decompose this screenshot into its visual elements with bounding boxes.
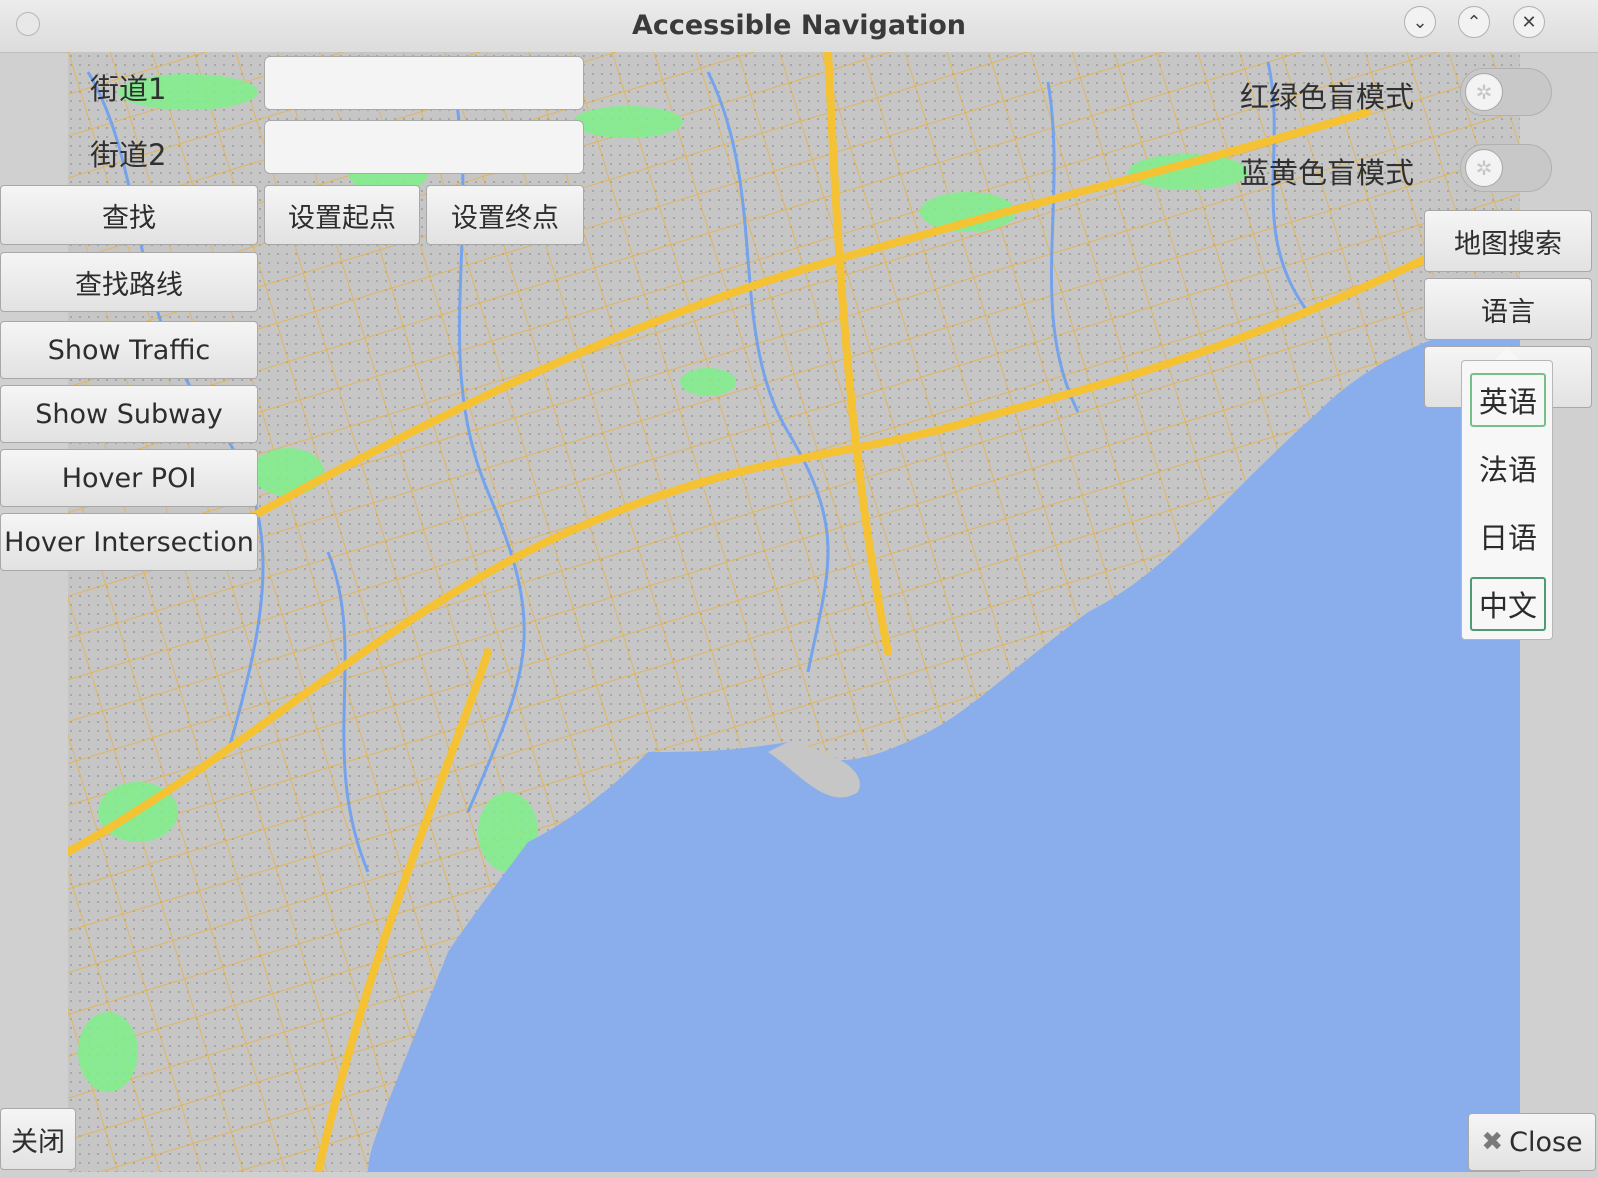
show-subway-button[interactable]: Show Subway (0, 385, 258, 443)
exit-button[interactable]: 关闭 (0, 1108, 76, 1170)
app-window: Accessible Navigation ⌄ ⌃ ✕ 街道1 街道2 查找 设… (0, 0, 1598, 1178)
language-option-french[interactable]: 法语 (1470, 441, 1546, 495)
set-end-button[interactable]: 设置终点 (426, 185, 584, 245)
show-traffic-button[interactable]: Show Traffic (0, 321, 258, 379)
language-option-chinese[interactable]: 中文 (1470, 577, 1546, 631)
hover-intersection-button[interactable]: Hover Intersection (0, 513, 258, 571)
street2-input[interactable] (264, 120, 584, 174)
set-start-button[interactable]: 设置起点 (264, 185, 420, 245)
minimize-icon[interactable]: ⌄ (1404, 6, 1436, 38)
blue-yellow-mode-toggle[interactable]: ✲ (1460, 144, 1552, 192)
language-button[interactable]: 语言 (1424, 278, 1592, 340)
language-option-english[interactable]: 英语 (1470, 373, 1546, 427)
close-x-icon: ✖ (1481, 1127, 1504, 1157)
street1-input[interactable] (264, 56, 584, 110)
maximize-icon[interactable]: ⌃ (1458, 6, 1490, 38)
close-icon[interactable]: ✕ (1513, 6, 1545, 38)
street2-label: 街道2 (90, 138, 167, 172)
map-search-button[interactable]: 地图搜索 (1424, 210, 1592, 272)
language-menu: 英语 法语 日语 中文 (1461, 360, 1553, 640)
popup-arrow (1494, 347, 1520, 361)
toggle-knob-icon: ✲ (1465, 149, 1503, 187)
language-option-japanese[interactable]: 日语 (1470, 509, 1546, 563)
hover-poi-button[interactable]: Hover POI (0, 449, 258, 507)
blue-yellow-mode-label: 蓝黄色盲模式 (1240, 156, 1415, 190)
window-title: Accessible Navigation (631, 10, 967, 41)
close-button-label: Close (1509, 1126, 1583, 1158)
find-button[interactable]: 查找 (0, 185, 258, 245)
street1-label: 街道1 (90, 72, 167, 106)
red-green-mode-label: 红绿色盲模式 (1240, 80, 1415, 114)
find-route-button[interactable]: 查找路线 (0, 252, 258, 312)
toggle-knob-icon: ✲ (1465, 73, 1503, 111)
close-button[interactable]: ✖ Close (1468, 1113, 1596, 1171)
title-bar: Accessible Navigation ⌄ ⌃ ✕ (0, 0, 1598, 53)
red-green-mode-toggle[interactable]: ✲ (1460, 68, 1552, 116)
